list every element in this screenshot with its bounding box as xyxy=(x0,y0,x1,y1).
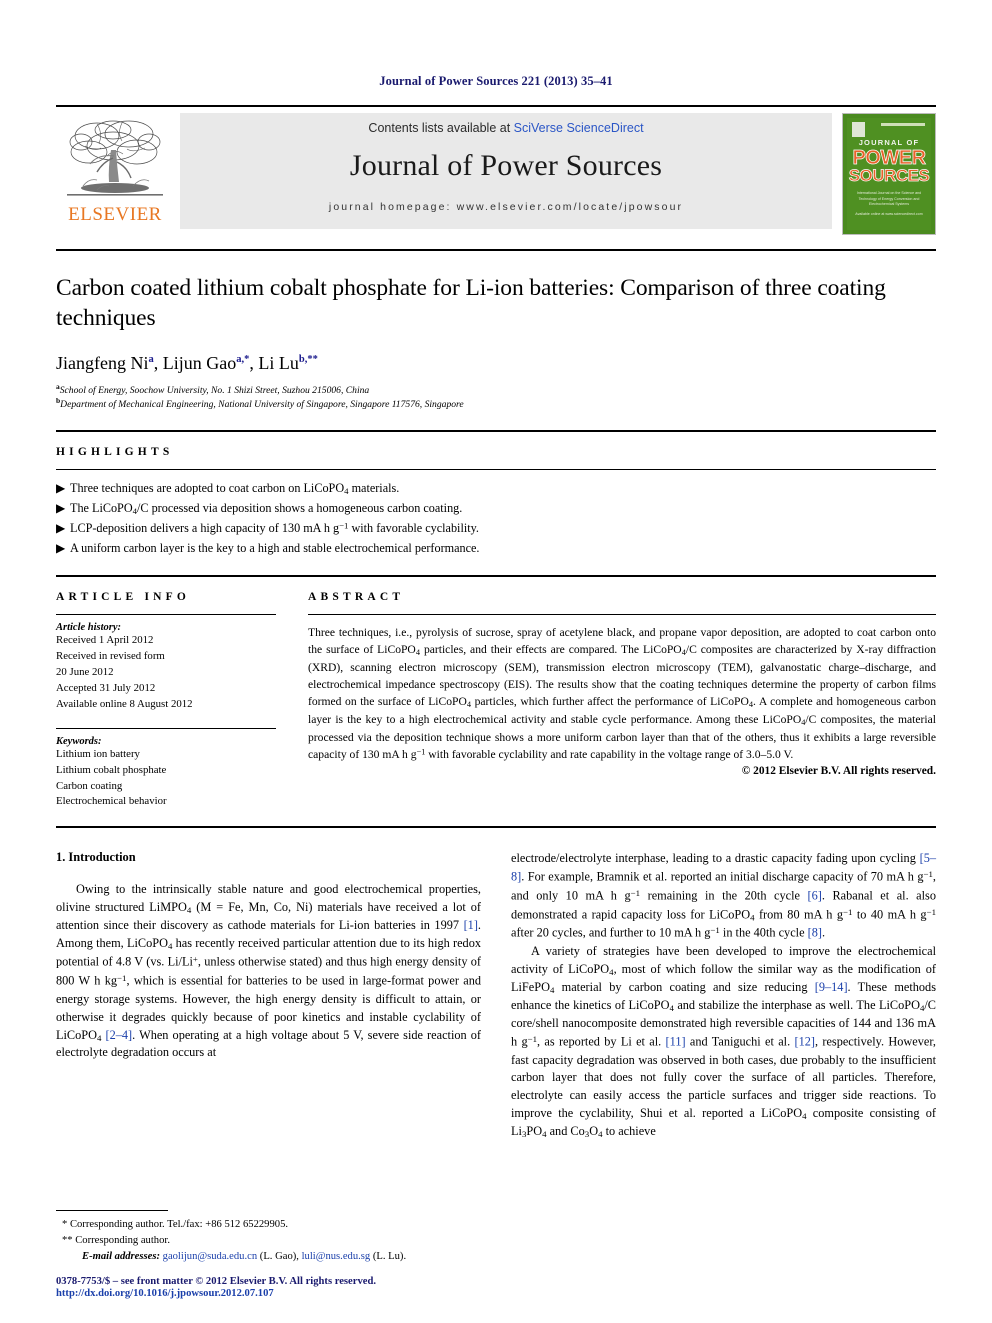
colophon: 0378-7753/$ – see front matter © 2012 El… xyxy=(56,1276,576,1301)
article-history-label: Article history: xyxy=(56,621,122,633)
email-owner: (L. Lu). xyxy=(372,1250,407,1262)
journal-homepage[interactable]: journal homepage: www.elsevier.com/locat… xyxy=(329,201,683,213)
contents-prefix: Contents lists available at xyxy=(368,121,514,135)
title-block: Carbon coated lithium cobalt phosphate f… xyxy=(56,249,936,412)
abstract-divider xyxy=(308,613,936,615)
email-owner: (L. Gao), xyxy=(259,1250,299,1262)
highlight-text: LCP-deposition delivers a high capacity … xyxy=(70,520,479,536)
article-history-line: Received in revised form xyxy=(56,649,165,662)
affiliation-text: Department of Mechanical Engineering, Na… xyxy=(60,399,464,411)
keyword-item: Lithium cobalt phosphate xyxy=(56,763,167,776)
masthead-center: Contents lists available at SciVerse Sci… xyxy=(180,113,832,229)
article-history-line: Received 1 April 2012 xyxy=(56,633,154,646)
article-info-heading: ARTICLE INFO xyxy=(56,590,191,603)
footnote-divider xyxy=(56,1209,168,1211)
list-item: ▶ The LiCoPO4/C processed via deposition … xyxy=(56,499,936,519)
highlights-divider xyxy=(56,468,936,470)
article-history-line: 20 June 2012 xyxy=(56,665,114,678)
page-title: Carbon coated lithium cobalt phosphate f… xyxy=(56,275,886,332)
author-name: Jiangfeng Ni xyxy=(56,353,149,374)
email-label: E-mail addresses: xyxy=(82,1250,160,1262)
doi-link[interactable]: http://dx.doi.org/10.1016/j.jpowsour.201… xyxy=(56,1287,576,1301)
cover-footer: Available online at www.sciencedirect.co… xyxy=(855,212,923,217)
body-column-left: 1. Introduction Owing to the intrinsical… xyxy=(56,850,481,1141)
corresponding-author-note: * Corresponding author. Tel./fax: +86 51… xyxy=(62,1218,289,1230)
elsevier-tree-icon xyxy=(67,116,163,204)
article-history-line: Accepted 31 July 2012 xyxy=(56,681,156,694)
abstract-copyright: © 2012 Elsevier B.V. All rights reserved… xyxy=(741,765,936,778)
author-list: Jiangfeng Nia, Lijun Gaoa,*, Li Lub,** xyxy=(56,353,318,374)
keyword-item: Carbon coating xyxy=(56,779,123,792)
abstract-column: ABSTRACT Three techniques, i.e., pyrolys… xyxy=(308,591,936,811)
running-head: Journal of Power Sources 221 (2013) 35–4… xyxy=(379,74,613,88)
email-link[interactable]: luli@nus.edu.sg xyxy=(302,1251,371,1262)
section-heading-introduction: 1. Introduction xyxy=(56,850,136,865)
body-paragraph: Owing to the intrinsically stable nature… xyxy=(56,882,482,1060)
body-paragraph: A variety of strategies have been develo… xyxy=(511,944,936,1140)
email-link[interactable]: gaolijun@suda.edu.cn xyxy=(163,1251,258,1262)
abstract-text: Three techniques, i.e., pyrolysis of suc… xyxy=(308,625,936,762)
body-paragraph: electrode/electrolyte interphase, leadin… xyxy=(511,851,936,941)
elsevier-logo: ELSEVIER xyxy=(56,113,174,224)
sciencedirect-link[interactable]: SciVerse ScienceDirect xyxy=(514,121,644,135)
article-info-column: ARTICLE INFO Article history: Received 1… xyxy=(56,591,308,811)
author-name: Lijun Gao xyxy=(162,353,237,374)
highlights-heading: HIGHLIGHTS xyxy=(56,445,174,458)
footnote-block: * Corresponding author. Tel./fax: +86 51… xyxy=(56,1209,496,1265)
keywords-divider xyxy=(56,727,276,729)
triangle-bullet-icon: ▶ xyxy=(56,540,66,555)
highlights-list: ▶ Three techniques are adopted to coat ca… xyxy=(56,479,936,559)
cover-subtitle: International Journal on the Science and… xyxy=(856,191,922,206)
affiliation-list: aSchool of Energy, Soochow University, N… xyxy=(56,383,936,412)
highlight-text: The LiCoPO4/C processed via deposition s… xyxy=(70,500,463,516)
keywords-label: Keywords: xyxy=(56,735,102,747)
article-history-line: Available online 8 August 2012 xyxy=(56,697,193,710)
corresponding-author-note: ** Corresponding author. xyxy=(62,1234,170,1246)
journal-masthead: ELSEVIER Contents lists available at Sci… xyxy=(56,105,936,237)
author-name: Li Lu xyxy=(258,353,299,374)
abstract-heading: ABSTRACT xyxy=(308,590,405,603)
highlights-section: HIGHLIGHTS ▶ Three techniques are adopted… xyxy=(56,429,936,559)
keyword-item: Electrochemical behavior xyxy=(56,795,167,808)
author-affiliation-mark: a xyxy=(148,354,154,366)
highlight-text: Three techniques are adopted to coat car… xyxy=(70,480,400,496)
journal-cover-thumbnail: JOURNAL OF POWER SOURCES International J… xyxy=(842,113,936,235)
body-columns: 1. Introduction Owing to the intrinsical… xyxy=(56,826,936,1141)
author-affiliation-mark: b,** xyxy=(298,354,318,366)
article-info-divider xyxy=(56,613,276,615)
info-abstract-block: ARTICLE INFO Article history: Received 1… xyxy=(56,574,936,811)
highlight-text: A uniform carbon layer is the key to a h… xyxy=(70,540,480,555)
triangle-bullet-icon: ▶ xyxy=(56,480,66,495)
issn-copyright-line: 0378-7753/$ – see front matter © 2012 El… xyxy=(56,1275,376,1287)
cover-line-sources: SOURCES xyxy=(848,166,930,185)
affiliation-item: aSchool of Energy, Soochow University, N… xyxy=(56,383,936,398)
triangle-bullet-icon: ▶ xyxy=(56,521,66,536)
affiliation-text: School of Energy, Soochow University, No… xyxy=(59,385,370,397)
body-column-right: electrode/electrolyte interphase, leadin… xyxy=(511,850,936,1141)
journal-title: Journal of Power Sources xyxy=(349,149,663,182)
contents-available-line: Contents lists available at SciVerse Sci… xyxy=(368,121,643,135)
keyword-item: Lithium ion battery xyxy=(56,747,140,760)
list-item: ▶ A uniform carbon layer is the key to a … xyxy=(56,539,936,559)
affiliation-item: bDepartment of Mechanical Engineering, N… xyxy=(56,397,936,412)
elsevier-wordmark: ELSEVIER xyxy=(68,204,162,225)
triangle-bullet-icon: ▶ xyxy=(56,500,66,515)
list-item: ▶ Three techniques are adopted to coat ca… xyxy=(56,479,936,499)
cover-line-journal-of: JOURNAL OF xyxy=(858,138,920,147)
email-addresses-note: E-mail addresses: gaolijun@suda.edu.cn (… xyxy=(56,1249,496,1265)
list-item: ▶ LCP-deposition delivers a high capacity… xyxy=(56,519,936,539)
paper-page: Journal of Power Sources 221 (2013) 35–4… xyxy=(0,0,992,1323)
author-affiliation-mark: a,* xyxy=(236,354,250,366)
